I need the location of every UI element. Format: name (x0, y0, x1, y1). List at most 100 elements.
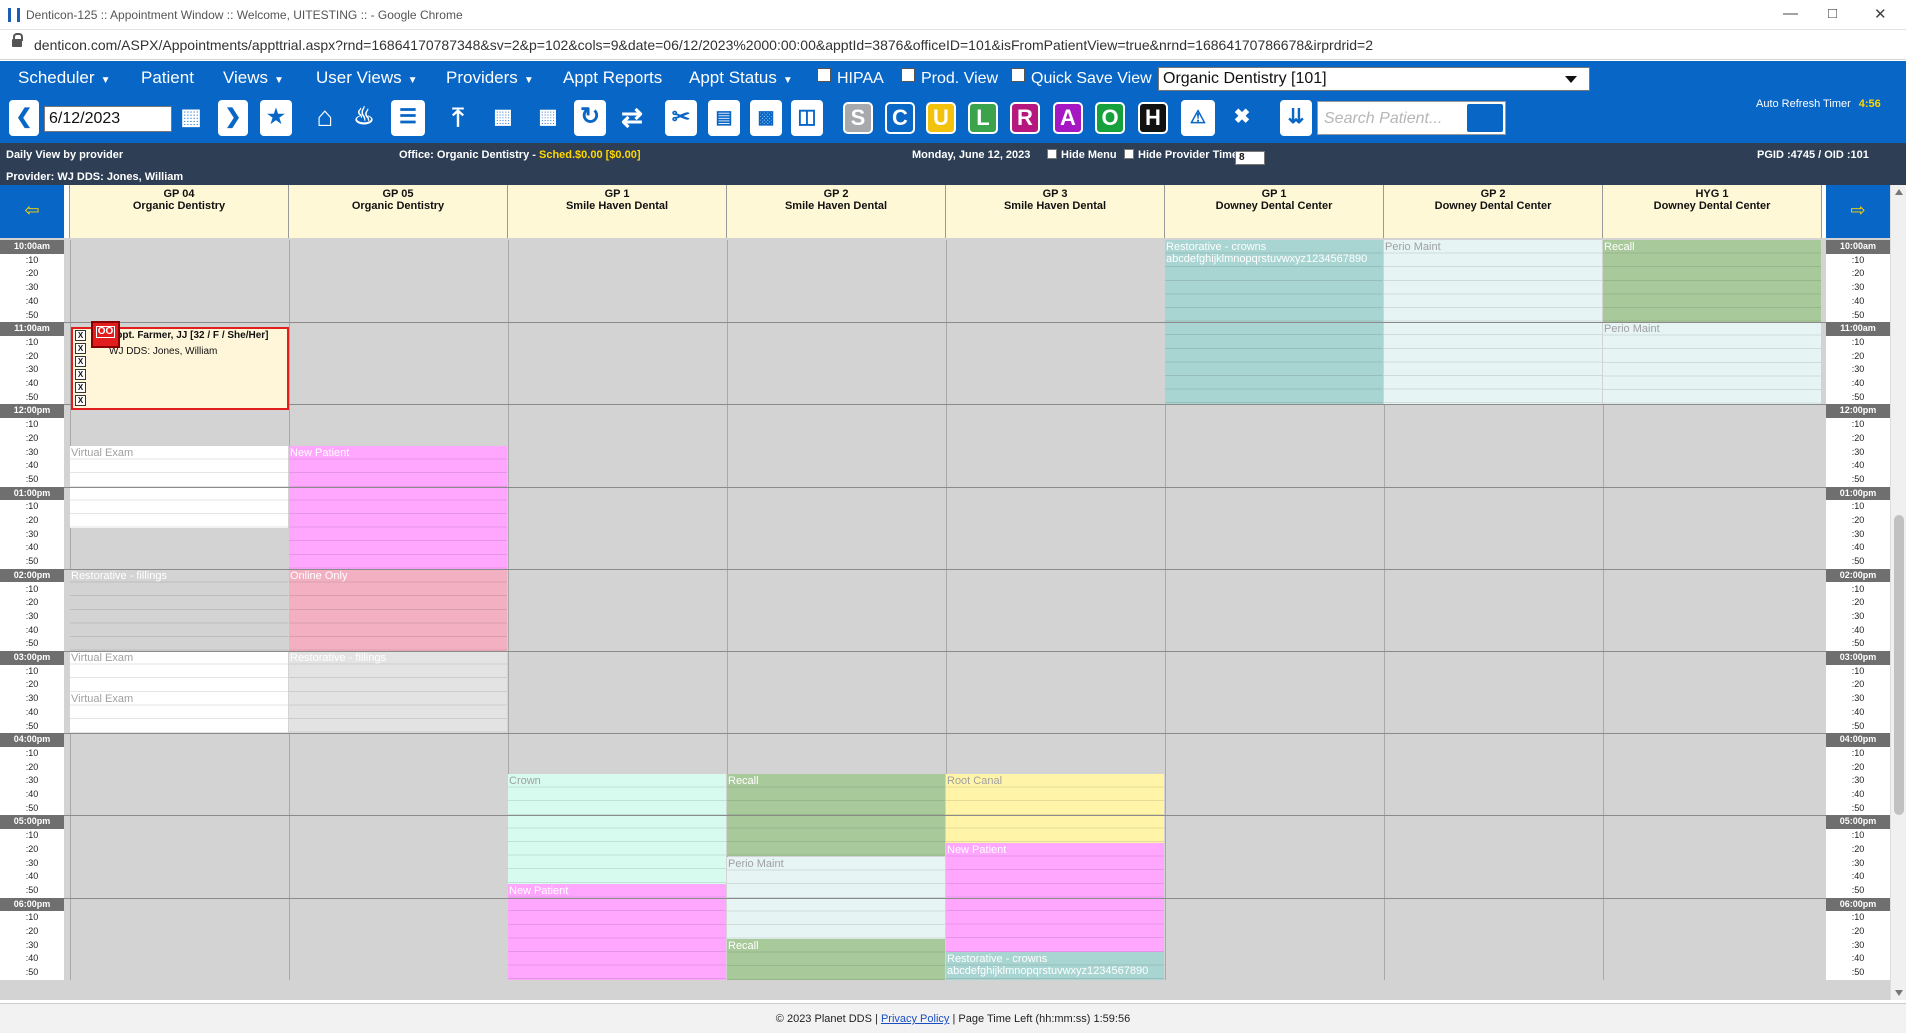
checkbox-box[interactable] (901, 68, 915, 82)
time-slot-label: :20 (25, 432, 39, 443)
hide-provider-time-checkbox[interactable]: Hide Provider Time (1124, 149, 1238, 161)
status-filter-r-button[interactable]: R (1010, 102, 1040, 134)
schedule-block[interactable]: Perio Maint (1603, 322, 1821, 405)
menu-scheduler[interactable]: Scheduler ▼ (18, 68, 110, 88)
checkbox-box[interactable] (1124, 149, 1134, 159)
menu-user-views-label: User Views (316, 68, 402, 87)
next-date-button[interactable]: ❯ (218, 100, 248, 136)
address-bar[interactable]: denticon.com/ASPX/Appointments/appttrial… (0, 30, 1906, 60)
trash-icon[interactable]: ◫ (791, 100, 823, 136)
calendar-cancel-icon[interactable]: ✖ (1224, 100, 1260, 136)
column-header: GP 2 Downey Dental Center (1383, 185, 1603, 238)
tooth-icon[interactable]: ♨ (348, 100, 380, 136)
checkbox-box[interactable] (1011, 68, 1025, 82)
status-filter-o-button[interactable]: O (1095, 102, 1125, 134)
prod-view-checkbox[interactable]: Prod. View (901, 68, 998, 88)
calendar-alert-icon[interactable]: ⚠ (1181, 100, 1215, 136)
time-slot-label: 10:00am (1826, 240, 1890, 254)
menu-appt-status[interactable]: Appt Status ▼ (689, 68, 793, 88)
menu-patient[interactable]: Patient (141, 68, 194, 88)
menu-user-views[interactable]: User Views ▼ (316, 68, 418, 88)
calendar-icon[interactable]: ▦ (173, 100, 209, 136)
appointment-status-code[interactable]: OO (91, 321, 120, 348)
document-icon[interactable]: ▤ (708, 100, 740, 136)
privacy-policy-link[interactable]: Privacy Policy (881, 1013, 949, 1025)
favorite-calendar-icon[interactable]: ★ (260, 100, 292, 136)
time-column-left: 10:00am:10:20:30:40:50 11:00am:10:20:30:4… (0, 240, 64, 980)
appt-slot-box[interactable]: X (75, 395, 86, 406)
notes-icon[interactable]: ☰ (391, 100, 425, 136)
appt-slot-box[interactable]: X (75, 330, 86, 341)
next-columns-arrow-icon[interactable]: ⇨ (1826, 185, 1890, 238)
appt-slot-box[interactable]: X (75, 369, 86, 380)
maximize-icon[interactable]: □ (1828, 5, 1837, 22)
scissors-icon[interactable]: ✂ (665, 100, 697, 136)
interval-select[interactable]: 8 (1235, 149, 1265, 165)
time-slot-label: :50 (1851, 309, 1865, 320)
scroll-thumb[interactable] (1894, 515, 1904, 815)
collapse-down-icon[interactable]: ⇊ (1280, 100, 1312, 136)
menu-appt-reports[interactable]: Appt Reports (563, 68, 662, 88)
time-slot-label: :30 (1851, 939, 1865, 950)
menu-providers[interactable]: Providers ▼ (446, 68, 534, 88)
time-slot-label: :50 (25, 638, 39, 649)
schedule-block[interactable]: Crown (508, 774, 726, 884)
schedule-block-label: New Patient (290, 446, 350, 459)
time-slot-label: :40 (1851, 789, 1865, 799)
column-provider-name: GP 1 (604, 188, 630, 200)
url-text[interactable]: denticon.com/ASPX/Appointments/appttrial… (34, 37, 1373, 53)
schedule-block[interactable]: Virtual Exam (70, 692, 288, 734)
time-slot-label: :30 (25, 446, 39, 457)
time-slot-label: :10 (25, 583, 39, 594)
sync-icon[interactable]: ⇄ (614, 100, 650, 136)
calendar-week-7-icon[interactable]: ▦ (530, 100, 566, 136)
hide-menu-checkbox[interactable]: Hide Menu (1047, 149, 1117, 161)
clipboard-icon[interactable]: ▩ (750, 100, 782, 136)
time-slot-label: :10 (25, 501, 39, 512)
close-icon[interactable]: ✕ (1874, 5, 1887, 23)
scroll-up-arrow-icon[interactable] (1895, 189, 1903, 195)
schedule-block[interactable]: Restorative - fillings (70, 568, 288, 651)
appt-slot-box[interactable]: X (75, 382, 86, 393)
menu-views[interactable]: Views ▼ (223, 68, 284, 88)
status-filter-u-button[interactable]: U (926, 102, 956, 134)
status-filter-a-button[interactable]: A (1053, 102, 1083, 134)
vertical-scrollbar[interactable] (1890, 185, 1906, 1000)
time-slot-label: 11:00am (1826, 322, 1890, 336)
checkbox-box[interactable] (817, 68, 831, 82)
move-up-icon[interactable]: ⤒ (440, 100, 476, 136)
schedule-block[interactable]: New Patient (289, 445, 507, 569)
time-slot-label: 12:00pm (0, 404, 64, 419)
column-header-row: ⇦ ⇨ GP 04 Organic Dentistry GP 05 Organic D… (0, 185, 1890, 238)
schedule-block[interactable]: Restorative - crowns abcdefghijklmnopqrst… (946, 952, 1164, 980)
prev-date-button[interactable]: ❮ (9, 100, 39, 136)
schedule-block[interactable]: Recall (727, 938, 945, 980)
calendar-day-1-icon[interactable]: ▦ (485, 100, 521, 136)
status-filter-c-button[interactable]: C (885, 102, 915, 134)
prev-columns-arrow-icon[interactable]: ⇦ (0, 185, 64, 238)
status-filter-s-button[interactable]: S (843, 102, 873, 134)
date-input[interactable] (44, 106, 172, 132)
office-select[interactable]: Organic Dentistry [101] (1158, 67, 1590, 91)
search-patient-icon[interactable] (1465, 102, 1505, 134)
schedule-block[interactable]: Virtual Exam (70, 651, 288, 693)
schedule-block-note: abcdefghijklmnopqrstuvwxyz1234567890 (1166, 253, 1368, 265)
schedule-block[interactable]: Restorative - fillings (289, 651, 507, 734)
patient-search-box[interactable]: Search Patient... (1317, 101, 1506, 135)
schedule-block[interactable]: Online Only (289, 568, 507, 651)
refresh-icon[interactable]: ↻ (574, 100, 606, 136)
hour-divider (64, 815, 1826, 817)
home-icon[interactable]: ⌂ (307, 100, 343, 136)
status-filter-l-button[interactable]: L (968, 102, 998, 134)
status-filter-h-button[interactable]: H (1138, 102, 1168, 134)
minimize-icon[interactable]: — (1783, 5, 1798, 22)
schedule-block-label: Restorative - crowns (1166, 241, 1267, 253)
scroll-down-arrow-icon[interactable] (1895, 990, 1903, 996)
schedule-block[interactable]: Root Canal (946, 774, 1164, 843)
schedule-block[interactable]: Recall (1603, 240, 1821, 323)
appt-slot-box[interactable]: X (75, 356, 86, 367)
quick-save-view-checkbox[interactable]: Quick Save View (1011, 68, 1152, 88)
appt-slot-box[interactable]: X (75, 343, 86, 354)
checkbox-box[interactable] (1047, 149, 1057, 159)
hipaa-checkbox[interactable]: HIPAA (817, 68, 884, 88)
